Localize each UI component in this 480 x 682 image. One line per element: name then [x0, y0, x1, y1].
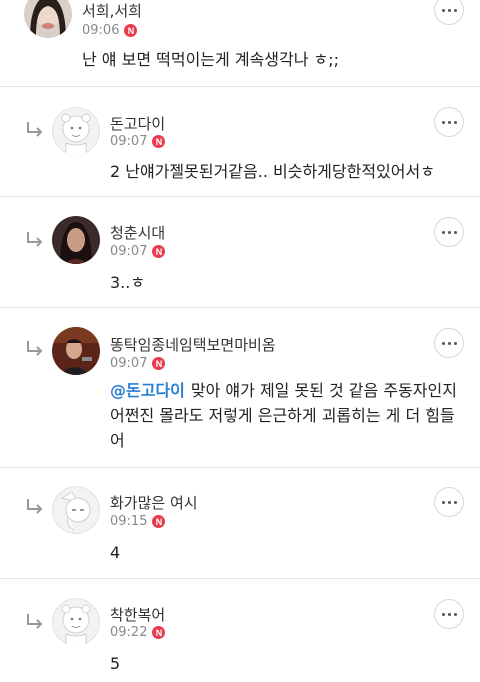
new-badge: N	[152, 515, 166, 528]
reply-arrow-icon	[27, 122, 43, 137]
comment-meta: 09:07 N	[110, 356, 166, 371]
comment-author[interactable]: 돈고다이	[110, 113, 165, 134]
comment-time: 09:07	[110, 356, 148, 371]
comment-meta: 09:22 N	[110, 625, 166, 640]
comment-item: 돈고다이 09:07 N 2 난얘가젤못된거같음.. 비슷하게당한적있어서ㅎ	[0, 87, 480, 197]
comment-text: 2 난얘가젤못된거같음.. 비슷하게당한적있어서ㅎ	[110, 162, 435, 181]
reply-arrow-icon	[27, 232, 43, 247]
comment-time: 09:22	[110, 625, 148, 640]
new-badge: N	[152, 245, 166, 258]
new-badge: N	[124, 24, 138, 37]
comment-meta: 09:07 N	[110, 134, 166, 149]
comment-item: 똥탁임종네임택보면마비옴 09:07 N @돈고다이 맞아 얘가 제일 못된 것 …	[0, 308, 480, 468]
comment-time: 09:15	[110, 514, 148, 529]
more-options-button[interactable]	[434, 599, 464, 629]
avatar[interactable]	[52, 107, 100, 155]
comment-text: 3..ㅎ	[110, 273, 146, 292]
more-options-icon	[441, 341, 445, 345]
comment-author[interactable]: 착한복어	[110, 604, 165, 625]
comment-text: 4	[110, 543, 121, 562]
comment-item: 서희,서희 09:06 N 난 얘 보면 떡먹이는게 계속생각나 ㅎ;;	[0, 0, 480, 87]
comment-time: 09:07	[110, 134, 148, 149]
comment-text: @돈고다이 맞아 얘가 제일 못된 것 같음 주동자인지 어쩐진 몰라도 저렇게 …	[110, 378, 460, 453]
more-options-button[interactable]	[434, 0, 464, 25]
more-options-icon	[441, 500, 445, 504]
comment-author[interactable]: 서희,서희	[82, 0, 142, 21]
avatar[interactable]	[52, 486, 100, 534]
comment-item: 화가많은 여시 09:15 N 4	[0, 468, 480, 579]
comment-author[interactable]: 청춘시대	[110, 222, 165, 243]
comment-meta: 09:07 N	[110, 244, 166, 259]
comment-author[interactable]: 똥탁임종네임택보면마비옴	[110, 334, 276, 355]
comment-item: 청춘시대 09:07 N 3..ㅎ	[0, 197, 480, 308]
comment-meta: 09:15 N	[110, 514, 166, 529]
reply-arrow-icon	[27, 499, 43, 514]
avatar[interactable]	[52, 216, 100, 264]
more-options-icon	[441, 230, 445, 234]
comment-meta: 09:06 N	[82, 23, 138, 38]
comment-item: 착한복어 09:22 N 5	[0, 579, 480, 682]
comment-author[interactable]: 화가많은 여시	[110, 492, 198, 513]
mention-link[interactable]: @돈고다이	[110, 381, 185, 400]
more-options-icon	[441, 8, 445, 12]
new-badge: N	[152, 135, 166, 148]
avatar[interactable]	[24, 0, 72, 38]
reply-arrow-icon	[27, 341, 43, 356]
more-options-icon	[441, 612, 445, 616]
comment-text: 5	[110, 654, 121, 673]
comment-time: 09:07	[110, 244, 148, 259]
avatar[interactable]	[52, 598, 100, 646]
comment-time: 09:06	[82, 23, 120, 38]
avatar[interactable]	[52, 327, 100, 375]
reply-arrow-icon	[27, 614, 43, 629]
more-options-icon	[441, 120, 445, 124]
comment-text: 난 얘 보면 떡먹이는게 계속생각나 ㅎ;;	[82, 50, 340, 69]
new-badge: N	[152, 626, 166, 639]
more-options-button[interactable]	[434, 217, 464, 247]
more-options-button[interactable]	[434, 328, 464, 358]
new-badge: N	[152, 357, 166, 370]
more-options-button[interactable]	[434, 487, 464, 517]
more-options-button[interactable]	[434, 107, 464, 137]
